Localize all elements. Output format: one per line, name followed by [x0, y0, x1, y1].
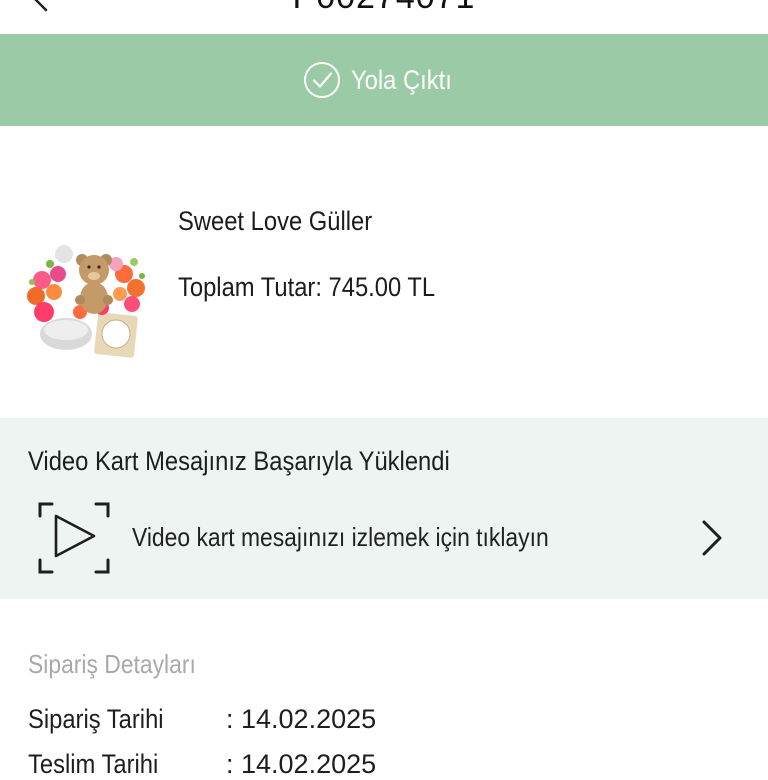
order-date-value: : 14.02.2025 — [226, 704, 377, 734]
video-card-title: Video Kart Mesajınız Başarıyla Yüklendi — [28, 446, 450, 476]
status-label: Yola Çıktı — [350, 64, 452, 95]
product-summary: Sweet Love Güller Toplam Tutar: 745.00 T… — [0, 126, 768, 418]
video-card-section: Video Kart Mesajınız Başarıyla Yüklendi … — [0, 418, 768, 599]
order-number-title: P00274071 — [0, 0, 768, 17]
product-image[interactable] — [24, 234, 154, 364]
delivery-date-label: Teslim Tarihi — [28, 749, 159, 779]
delivery-date-value: : 14.02.2025 — [226, 749, 377, 779]
watch-video-button[interactable]: Video kart mesajınızı izlemek için tıkla… — [0, 498, 768, 582]
total-amount: Toplam Tutar: 745.00 TL — [178, 272, 436, 302]
watch-video-link-text: Video kart mesajınızı izlemek için tıkla… — [132, 522, 549, 552]
delivery-date-row: Teslim Tarihi : 14.02.2025 — [28, 749, 376, 780]
order-date-label: Sipariş Tarihi — [28, 704, 164, 734]
chevron-right-icon — [702, 520, 722, 556]
order-details: Sipariş Detayları Sipariş Tarihi : 14.02.… — [0, 599, 768, 779]
check-circle-icon — [303, 62, 340, 98]
product-name: Sweet Love Güller — [178, 206, 373, 236]
video-play-icon — [38, 502, 110, 574]
details-heading: Sipariş Detayları — [28, 649, 196, 679]
order-status-banner: Yola Çıktı — [0, 34, 768, 126]
order-date-row: Sipariş Tarihi : 14.02.2025 — [28, 704, 376, 735]
top-bar: P00274071 — [0, 0, 768, 34]
